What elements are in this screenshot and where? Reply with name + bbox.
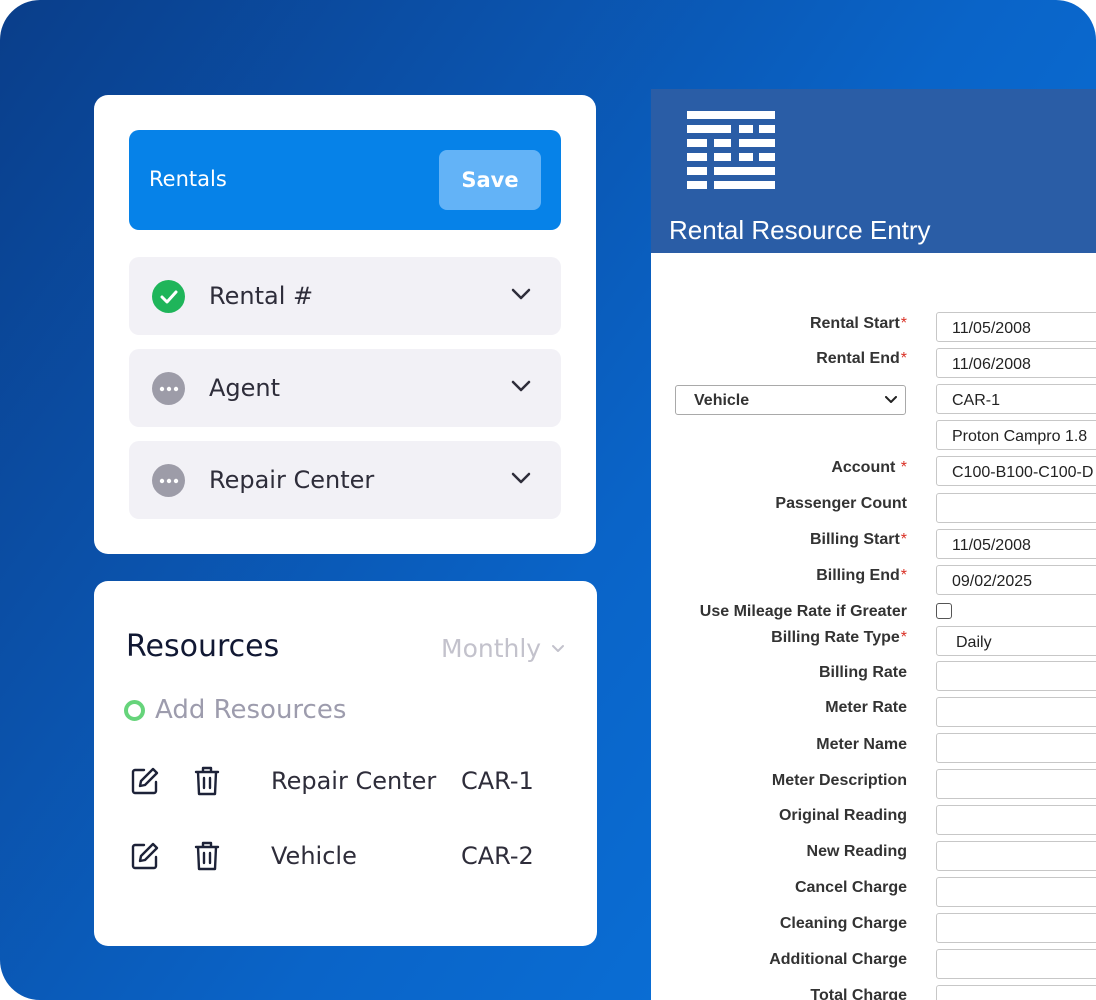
use-mileage-checkbox[interactable]: [936, 603, 952, 619]
passenger-count-label: Passenger Count: [775, 495, 907, 512]
additional-charge-label: Additional Charge: [769, 951, 907, 968]
meter-description-input[interactable]: [936, 769, 1096, 799]
edit-icon[interactable]: [130, 841, 160, 871]
meter-description-label: Meter Description: [771, 772, 907, 789]
grid-logo-icon: [687, 111, 775, 189]
check-circle-icon: [152, 280, 185, 313]
billing-end-label: Billing End*: [816, 567, 907, 584]
cancel-charge-input[interactable]: [936, 877, 1096, 907]
add-resources-label: Add Resources: [155, 695, 347, 725]
chevron-down-icon: [511, 380, 531, 392]
accordion-label: Agent: [209, 374, 281, 402]
new-reading-label: New Reading: [806, 843, 907, 860]
billing-rate-type-label: Billing Rate Type*: [771, 629, 907, 646]
accordion-item-rental-number[interactable]: Rental #: [129, 257, 561, 335]
rentals-header-title: Rentals: [149, 167, 227, 191]
total-charge-input[interactable]: [936, 985, 1096, 1000]
account-input[interactable]: C100-B100-C100-D: [936, 456, 1096, 486]
resource-type-value: Vehicle: [694, 392, 750, 409]
resource-name: Vehicle: [271, 842, 357, 870]
account-label: Account *: [831, 459, 907, 476]
chevron-down-icon: [552, 645, 565, 652]
rental-start-label: Rental Start*: [809, 315, 907, 332]
passenger-count-input[interactable]: [936, 493, 1096, 523]
form-title: Rental Resource Entry: [669, 215, 931, 245]
resource-type-select[interactable]: Vehicle: [675, 385, 906, 415]
chevron-down-icon: [885, 396, 897, 403]
save-button[interactable]: Save: [439, 150, 541, 210]
accordion-item-repair-center[interactable]: Repair Center: [129, 441, 561, 519]
chevron-down-icon: [511, 288, 531, 300]
billing-rate-label: Billing Rate: [818, 664, 907, 681]
resources-title: Resources: [126, 629, 280, 664]
billing-end-input[interactable]: 09/02/2025: [936, 565, 1096, 595]
rental-start-input[interactable]: 11/05/2008: [936, 312, 1096, 342]
trash-icon[interactable]: [194, 765, 220, 797]
cleaning-charge-label: Cleaning Charge: [779, 915, 907, 932]
form-header: Rental Resource Entry: [651, 89, 1096, 253]
edit-icon[interactable]: [130, 766, 160, 796]
new-reading-input[interactable]: [936, 841, 1096, 871]
resource-code-input[interactable]: CAR-1: [936, 384, 1096, 414]
meter-name-label: Meter Name: [816, 736, 907, 753]
billing-rate-type-select[interactable]: Daily: [936, 626, 1096, 656]
total-charge-label: Total Charge: [810, 987, 907, 1000]
billing-rate-input[interactable]: [936, 661, 1096, 691]
accordion-label: Repair Center: [209, 466, 375, 494]
cancel-charge-label: Cancel Charge: [794, 879, 907, 896]
more-dots-icon: [152, 464, 185, 497]
original-reading-label: Original Reading: [778, 807, 907, 824]
rental-end-label: Rental End*: [816, 350, 907, 367]
resource-name: Repair Center: [271, 767, 437, 795]
more-dots-icon: [152, 372, 185, 405]
billing-start-label: Billing Start*: [809, 531, 907, 548]
resource-description-input[interactable]: Proton Campro 1.8: [936, 420, 1096, 450]
trash-icon[interactable]: [194, 840, 220, 872]
period-label: Monthly: [441, 634, 542, 663]
accordion-item-agent[interactable]: Agent: [129, 349, 561, 427]
period-dropdown[interactable]: Monthly: [441, 634, 565, 663]
resource-row: Vehicle CAR-2: [130, 836, 570, 876]
rentals-card: Rentals Save Rental # Agent Repair Cente…: [94, 95, 596, 554]
chevron-down-icon: [511, 472, 531, 484]
rental-end-input[interactable]: 11/06/2008: [936, 348, 1096, 378]
rentals-header: Rentals Save: [129, 130, 561, 230]
add-resources-button[interactable]: Add Resources: [124, 695, 346, 725]
resource-code: CAR-1: [461, 767, 534, 795]
resource-row: Repair Center CAR-1: [130, 761, 570, 801]
meter-name-input[interactable]: [936, 733, 1096, 763]
meter-rate-input[interactable]: [936, 697, 1096, 727]
resources-card: Resources Monthly Add Resources Repair C…: [94, 581, 597, 946]
rental-resource-form: Rental Resource Entry Rental Start* 11/0…: [651, 89, 1096, 1000]
use-mileage-label: Use Mileage Rate if Greater: [699, 603, 907, 620]
resource-code: CAR-2: [461, 842, 534, 870]
original-reading-input[interactable]: [936, 805, 1096, 835]
billing-start-input[interactable]: 11/05/2008: [936, 529, 1096, 559]
additional-charge-input[interactable]: [936, 949, 1096, 979]
add-circle-icon: [124, 699, 145, 721]
meter-rate-label: Meter Rate: [825, 699, 907, 716]
cleaning-charge-input[interactable]: [936, 913, 1096, 943]
accordion-label: Rental #: [209, 282, 314, 310]
